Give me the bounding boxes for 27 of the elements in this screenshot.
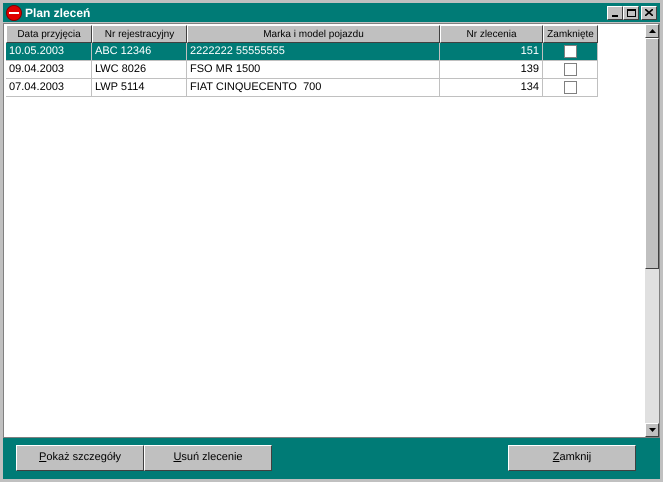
close-button[interactable] [641,6,657,20]
table-row[interactable]: 07.04.2003 LWP 5114 FIAT CINQUECENTO 700 134 [6,79,598,97]
scrollbar[interactable] [645,24,659,437]
table-cell: FIAT CINQUECENTO 700 [187,79,440,97]
checkbox[interactable] [564,63,576,76]
action-button[interactable]: Usuń zlecenie [144,444,272,470]
minimize-button[interactable] [607,6,623,20]
table-row[interactable]: 10.05.2003 ABC 12346 2222222 55555555 151 [6,43,598,61]
maximize-button[interactable] [623,6,639,20]
column-header[interactable]: Nr rejestracyjny [92,25,187,43]
checkbox[interactable] [564,45,576,58]
close-icon [645,9,653,16]
action-button[interactable]: Pokaż szczegóły [16,444,144,470]
table-cell: 07.04.2003 [6,79,92,97]
up-arrow-icon[interactable] [648,29,656,33]
column-header[interactable]: Marka i model pojazdu [187,25,440,43]
column-header[interactable]: Data przyjęcia [6,25,92,43]
action-button[interactable]: Zamknij [508,444,636,470]
column-header[interactable]: Zamknięte [543,25,598,43]
stop-sign-icon [6,4,22,20]
window-title: Plan zleceń [25,4,92,22]
table-row[interactable]: 09.04.2003 LWC 8026 FSO MR 1500 139 [6,61,598,79]
down-arrow-icon[interactable] [648,428,656,432]
table-cell: LWP 5114 [92,79,187,97]
checkbox[interactable] [564,81,576,94]
column-header[interactable]: Nr zlecenia [440,25,543,43]
table-cell: 134 [440,79,543,97]
